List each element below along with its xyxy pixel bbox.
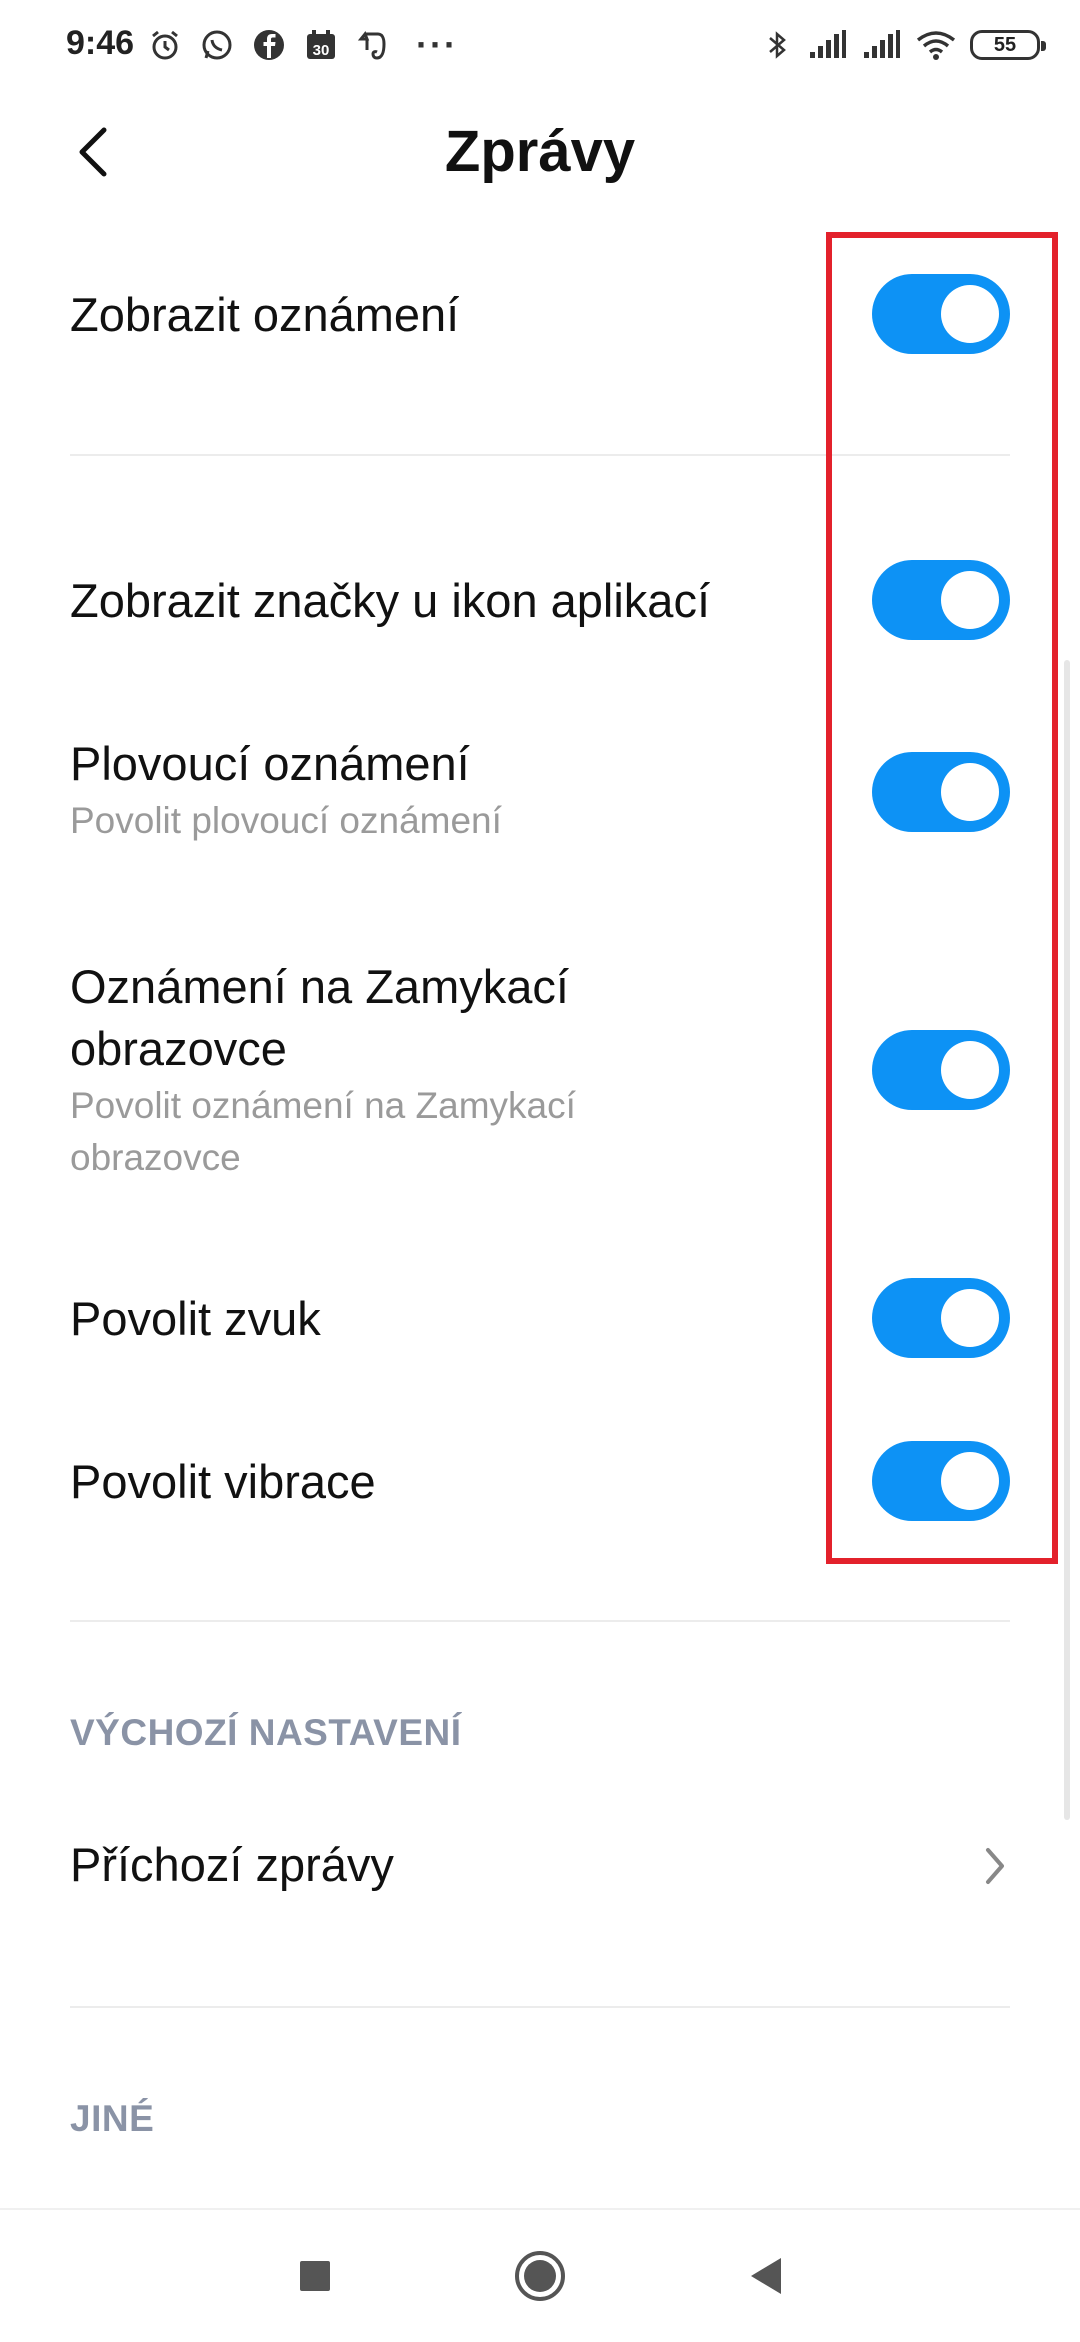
scrollbar[interactable] bbox=[1064, 660, 1070, 1820]
incoming-messages-label: Příchozí zprávy bbox=[70, 1838, 394, 1891]
alarm-icon bbox=[148, 28, 182, 62]
chevron-right-icon bbox=[986, 1848, 1004, 1884]
section-header-defaults: VÝCHOZÍ NASTAVENÍ bbox=[70, 1712, 462, 1753]
triangle-back-icon bbox=[751, 2258, 781, 2294]
divider bbox=[70, 1620, 1010, 1622]
app-header: Zprávy bbox=[0, 100, 1080, 210]
setting-subtitle: Povolit oznámení na Zamykací obrazovce bbox=[70, 1085, 576, 1178]
section-header-other: JINÉ bbox=[70, 2098, 155, 2139]
signal-icon bbox=[808, 28, 848, 62]
navigation-bar bbox=[0, 2208, 1080, 2342]
wifi-icon bbox=[916, 28, 956, 62]
calendar-icon: 30 bbox=[304, 28, 338, 62]
recents-button[interactable] bbox=[285, 2246, 345, 2306]
page-title: Zprávy bbox=[444, 119, 636, 184]
system-icons: 55 bbox=[760, 28, 1046, 62]
setting-title: Oznámení na Zamykací obrazovce bbox=[70, 960, 569, 1075]
home-button[interactable] bbox=[510, 2246, 570, 2306]
notification-icons: 30 ··· bbox=[148, 24, 458, 65]
back-nav-button[interactable] bbox=[735, 2246, 795, 2306]
calendar-day: 30 bbox=[313, 42, 330, 59]
status-time: 9:46 bbox=[66, 24, 135, 62]
incoming-messages-item[interactable]: Příchozí zprávy bbox=[70, 1834, 1010, 1896]
highlight-frame bbox=[826, 232, 1058, 1564]
divider bbox=[70, 2006, 1010, 2008]
circle-icon bbox=[515, 2251, 565, 2301]
battery-icon: 55 bbox=[970, 30, 1046, 60]
setting-lockscreen-notifications: Oznámení na Zamykací obrazovce Povolit o… bbox=[70, 956, 750, 1184]
bluetooth-icon bbox=[760, 28, 794, 62]
battery-level: 55 bbox=[993, 33, 1017, 56]
square-icon bbox=[300, 2261, 330, 2291]
more-notifications-icon: ··· bbox=[416, 24, 458, 65]
whatsapp-icon bbox=[200, 28, 234, 62]
signal-icon-2 bbox=[862, 28, 902, 62]
status-bar: 9:46 30 ··· 55 bbox=[0, 0, 1080, 100]
facebook-icon bbox=[252, 28, 286, 62]
evernote-icon bbox=[356, 28, 390, 62]
